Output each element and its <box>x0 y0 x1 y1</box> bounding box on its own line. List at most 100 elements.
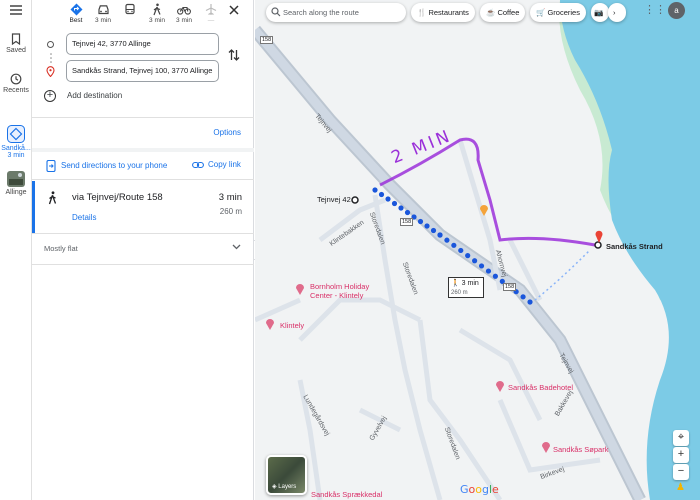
send-label: Send directions to your phone <box>61 161 168 171</box>
recents-label: Recents <box>3 87 29 94</box>
chevron-right-icon: › <box>613 8 616 17</box>
route-dot <box>417 218 424 225</box>
destination-input[interactable]: Sandkås Strand, Tejnvej 100, 3770 Alling… <box>66 60 219 82</box>
route-dot <box>458 247 464 254</box>
chip-restaurants[interactable]: 🍴 Restaurants <box>411 3 475 22</box>
car-icon <box>97 5 109 15</box>
divider <box>32 264 254 265</box>
pegman-icon[interactable]: ♟ <box>676 482 685 493</box>
poi-bornholm-holiday[interactable]: Bornholm Holiday Center - Klintely <box>310 282 369 300</box>
mode-best[interactable]: Best <box>63 3 89 24</box>
copy-link-button[interactable]: Copy link <box>192 160 241 169</box>
directions-recent-item[interactable]: Sandkå... 3 min <box>0 125 32 159</box>
walk-callout[interactable]: 🚶 3 min 260 m <box>448 277 484 298</box>
chip-more[interactable]: 📷 <box>591 3 609 22</box>
my-location-button[interactable]: ⌖ <box>673 430 689 446</box>
route-dots-connector <box>50 53 52 63</box>
route-details-link[interactable]: Details <box>72 213 96 222</box>
route-dot <box>437 232 443 238</box>
mode-flight-time: — <box>207 17 215 24</box>
route-dot <box>465 253 471 259</box>
chip-coffee[interactable]: ☕ Coffee <box>480 3 526 22</box>
link-icon <box>192 161 204 168</box>
search-placeholder: Search along the route <box>283 8 359 17</box>
swap-icon <box>228 49 240 61</box>
directions-item-label: Sandkå... <box>1 145 31 152</box>
divider <box>32 117 254 118</box>
layers-label: ◈ Layers <box>272 483 296 490</box>
layers-button[interactable]: ◈ Layers <box>266 455 307 495</box>
options-button[interactable]: Options <box>213 128 241 137</box>
add-destination-label: Add destination <box>67 91 123 101</box>
route-time: 3 min <box>218 192 242 203</box>
mode-bike-time: 3 min <box>176 17 192 24</box>
mode-drive[interactable]: 3 min <box>90 3 116 24</box>
road-shield-158: 158 <box>260 36 274 44</box>
allinge-label: Allinge <box>5 189 27 196</box>
zoom-out-button[interactable]: − <box>673 464 689 480</box>
chip-groceries[interactable]: 🛒 Groceries <box>530 3 586 22</box>
route-name: via Tejnvej/Route 158 <box>72 192 163 203</box>
chip-coffee-label: Coffee <box>497 8 520 17</box>
menu-button[interactable] <box>0 4 32 18</box>
route-dot <box>404 209 411 216</box>
divider <box>32 233 254 234</box>
chip-restaurants-label: Restaurants <box>428 8 469 17</box>
route-dot <box>424 223 430 229</box>
recents-button[interactable]: Recents <box>0 73 32 94</box>
mode-walk-time: 3 min <box>149 17 165 24</box>
destination-pin-icon <box>46 66 55 77</box>
route-option-card[interactable]: via Tejnvej/Route 158 3 min 260 m Detail… <box>32 181 254 233</box>
route-dot <box>472 258 478 264</box>
left-rail: Saved Recents Sandkå... 3 min Allinge <box>0 0 32 500</box>
mode-bike[interactable]: 3 min <box>171 3 197 24</box>
divider <box>32 179 254 180</box>
mode-transit[interactable] <box>117 3 143 17</box>
close-directions-button[interactable] <box>228 3 240 19</box>
place-thumbnail-icon <box>7 171 25 187</box>
route-dot <box>478 263 485 269</box>
walk-callout-icon: 🚶 <box>451 280 460 287</box>
route-dot <box>385 196 391 202</box>
camera-icon: 📷 <box>594 8 604 17</box>
zoom-in-button[interactable]: + <box>673 447 689 463</box>
poi-bornholm-line1: Bornholm Holiday <box>310 282 370 291</box>
chips-next-button[interactable]: › <box>608 3 626 22</box>
avatar[interactable]: a <box>668 2 685 19</box>
google-logo: Google <box>460 483 499 496</box>
origin-input[interactable]: Tejnvej 42, 3770 Allinge <box>66 33 219 55</box>
walk-callout-time: 3 min <box>461 280 479 287</box>
route-dot <box>398 205 404 211</box>
airplane-icon <box>205 4 217 16</box>
send-to-phone-button[interactable]: Send directions to your phone <box>46 159 168 173</box>
destination-marker <box>594 241 602 249</box>
route-distance: 260 m <box>219 207 242 216</box>
search-along-route-input[interactable]: Search along the route <box>266 3 406 22</box>
poi-klintely[interactable]: Klintely <box>280 321 304 330</box>
mode-best-label: Best <box>69 17 83 24</box>
poi-sandkas-sopark[interactable]: Sandkås Søpark <box>553 445 608 454</box>
origin-map-label: Tejnvej 42 <box>317 195 351 204</box>
route-dot <box>492 273 498 279</box>
map-canvas[interactable]: Tejnvej 42 Sandkås Strand 🚶 3 min 260 m … <box>255 0 700 500</box>
mode-flight[interactable]: — <box>198 3 224 24</box>
route-dot <box>391 200 398 207</box>
directions-icon <box>7 125 25 143</box>
expand-terrain-button[interactable] <box>232 242 241 253</box>
saved-label: Saved <box>6 47 26 54</box>
allinge-recent-item[interactable]: Allinge <box>0 171 32 196</box>
poi-sandkas-spraekkedal[interactable]: Sandkås Sprækkedal <box>311 490 382 499</box>
swap-waypoints-button[interactable] <box>228 48 240 65</box>
poi-sandkas-badehotel[interactable]: Sandkås Badehotel <box>508 383 573 392</box>
route-dot <box>378 191 385 198</box>
add-destination-button[interactable]: + Add destination <box>44 90 122 102</box>
restaurant-icon: 🍴 <box>417 8 427 17</box>
terrain-summary: Mostly flat <box>44 244 78 253</box>
saved-button[interactable]: Saved <box>0 33 32 54</box>
history-icon <box>10 73 22 85</box>
chip-groceries-label: Groceries <box>547 8 580 17</box>
apps-grid-icon[interactable]: ⋮⋮ <box>644 3 666 16</box>
layers-label-text: Layers <box>278 484 297 490</box>
mode-walk[interactable]: 3 min <box>144 3 170 24</box>
search-icon <box>271 7 281 17</box>
